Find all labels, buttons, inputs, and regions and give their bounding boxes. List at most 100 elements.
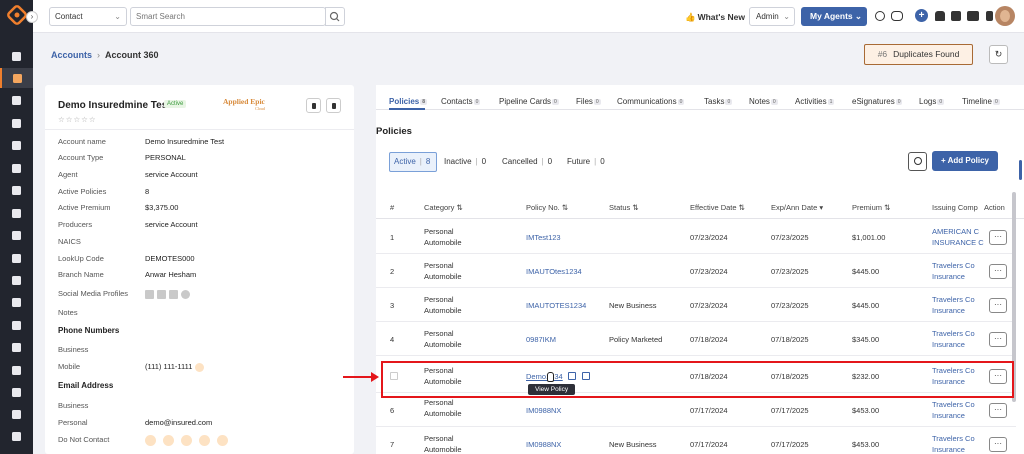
refresh-page-button[interactable]: ↻	[989, 45, 1008, 64]
my-agents-button[interactable]: My Agents ⌄	[801, 7, 867, 26]
tab-activities[interactable]: Activities 1	[795, 97, 835, 106]
col-issuing-company[interactable]: Issuing Comp	[932, 203, 978, 212]
grid-icon[interactable]	[967, 11, 979, 21]
row-action-button[interactable]: ···	[989, 230, 1007, 245]
row-action-button[interactable]: ···	[989, 403, 1007, 418]
facebook-icon[interactable]	[157, 289, 166, 299]
sidebar-item-list-icon[interactable]	[0, 135, 33, 155]
search-button[interactable]	[325, 7, 345, 26]
sidebar-item-reports-icon[interactable]	[0, 225, 33, 245]
rating-stars[interactable]: ☆☆☆☆☆	[58, 115, 97, 124]
col-status[interactable]: Status ⇅	[609, 203, 639, 212]
role-select[interactable]: Admin ⌄	[749, 7, 795, 26]
policy-number-link[interactable]: IMAUTOtes1234	[526, 267, 582, 276]
tab-communications[interactable]: Communications 0	[617, 97, 685, 106]
sidebar-item-megaphone-icon[interactable]	[0, 203, 33, 223]
row-issuing-company[interactable]: Travelers Co Insurance	[932, 294, 975, 316]
filter-active[interactable]: Active | 8	[389, 152, 437, 172]
call-block-icon[interactable]	[181, 435, 192, 446]
col-premium[interactable]: Premium ⇅	[852, 203, 890, 212]
policy-number-link[interactable]: IM0988NX	[526, 406, 561, 415]
policy-number-link[interactable]: IMTest123	[526, 233, 561, 242]
add-policy-button[interactable]: + Add Policy	[932, 151, 998, 171]
edit-account-button[interactable]	[306, 98, 321, 113]
tab-contacts[interactable]: Contacts 0	[441, 97, 481, 106]
col-exp-date[interactable]: Exp/Ann Date ▾	[771, 203, 823, 212]
tab-esignatures[interactable]: eSignatures 0	[852, 97, 903, 106]
tab-files[interactable]: Files 0	[576, 97, 601, 106]
message-icon[interactable]	[194, 362, 204, 372]
tab-notes[interactable]: Notes 0	[749, 97, 778, 106]
row-issuing-company[interactable]: Travelers Co Insurance	[932, 399, 975, 421]
document-icon[interactable]	[986, 11, 993, 21]
sidebar-item-accounts-icon[interactable]	[0, 68, 33, 88]
tab-logs[interactable]: Logs 0	[919, 97, 945, 106]
col-effective-date[interactable]: Effective Date ⇅	[690, 203, 745, 212]
table-row[interactable]: 1 Personal Automobile IMTest123 07/23/202…	[376, 220, 1016, 254]
twitter-icon[interactable]	[169, 289, 178, 299]
sidebar-item-calendar2-icon[interactable]	[0, 337, 33, 357]
col-category[interactable]: Category ⇅	[424, 203, 463, 212]
add-icon[interactable]: +	[915, 9, 928, 22]
row-issuing-company[interactable]: Travelers Co Insurance	[932, 260, 975, 282]
sidebar-item-calendar-icon[interactable]	[0, 180, 33, 200]
policy-number-link[interactable]: IM0988NX	[526, 440, 561, 449]
search-type-select[interactable]: Contact ⌄	[49, 7, 127, 26]
sms-block-icon[interactable]	[163, 435, 174, 446]
row-issuing-company[interactable]: Travelers Co Insurance	[932, 328, 975, 350]
sidebar-item-google-icon[interactable]	[0, 292, 33, 312]
sidebar-item-analytics-icon[interactable]	[0, 248, 33, 268]
applied-epic-logo: Applied Epic Cloud	[223, 97, 265, 111]
sidebar-item-settings-icon[interactable]	[0, 404, 33, 424]
email-block-icon[interactable]	[145, 435, 156, 446]
tab-timeline[interactable]: Timeline 0	[962, 97, 1000, 106]
sidebar-item-documents-icon[interactable]	[0, 90, 33, 110]
table-row[interactable]: 4 Personal Automobile 0987IKM Policy Mark…	[376, 322, 1016, 356]
row-issuing-company[interactable]: Travelers Co Insurance	[932, 433, 975, 454]
sidebar-item-handshake-icon[interactable]	[0, 360, 33, 380]
chip-icon[interactable]	[951, 11, 961, 21]
col-policy-no[interactable]: Policy No. ⇅	[526, 203, 568, 212]
row-premium: $445.00	[852, 301, 880, 310]
bell-icon[interactable]	[935, 11, 945, 21]
row-action-button[interactable]: ···	[989, 264, 1007, 279]
policy-search-button[interactable]	[908, 152, 927, 171]
table-row[interactable]: 7 Personal Automobile IM0988NX New Busine…	[376, 427, 1016, 454]
page-scroll-indicator[interactable]	[1019, 160, 1022, 180]
row-action-button[interactable]: ···	[989, 298, 1007, 313]
row-action-button[interactable]: ···	[989, 437, 1007, 452]
sidebar-collapse-chevron-icon[interactable]: ›	[26, 11, 38, 23]
linkedin-icon[interactable]	[145, 289, 154, 299]
row-issuing-company[interactable]: AMERICAN C INSURANCE C	[932, 226, 984, 248]
filter-cancelled[interactable]: Cancelled | 0	[502, 157, 552, 166]
sidebar-item-dollar-icon[interactable]	[0, 382, 33, 402]
mail-block-icon[interactable]	[217, 435, 228, 446]
tab-pipeline-cards[interactable]: Pipeline Cards 0	[499, 97, 559, 106]
table-row[interactable]: 2 Personal Automobile IMAUTOtes1234 07/23…	[376, 254, 1016, 288]
tab-tasks[interactable]: Tasks 0	[704, 97, 733, 106]
avatar[interactable]	[995, 6, 1015, 26]
cloud-icon[interactable]	[891, 11, 903, 21]
filter-inactive[interactable]: Inactive | 0	[444, 157, 486, 166]
table-row[interactable]: 6 Personal Automobile IM0988NX 07/17/2024…	[376, 393, 1016, 427]
smart-search-input[interactable]	[130, 7, 326, 26]
sidebar-item-dashboard-icon[interactable]	[0, 46, 33, 66]
policy-number-link[interactable]: IMAUTOTES1234	[526, 301, 586, 310]
sidebar-item-folder-icon[interactable]	[0, 270, 33, 290]
duplicates-found-button[interactable]: #6 Duplicates Found	[864, 44, 973, 65]
delete-account-button[interactable]	[326, 98, 341, 113]
sidebar-item-chart-icon[interactable]	[0, 426, 33, 446]
filter-future[interactable]: Future | 0	[567, 157, 605, 166]
voicemail-block-icon[interactable]	[199, 435, 210, 446]
globe-icon[interactable]	[181, 289, 190, 299]
refresh-icon[interactable]	[875, 11, 885, 21]
breadcrumb-accounts[interactable]: Accounts	[51, 50, 92, 60]
whats-new-link[interactable]: 👍 What's New	[685, 12, 745, 23]
table-row[interactable]: 3 Personal Automobile IMAUTOTES1234 New B…	[376, 288, 1016, 322]
row-action-button[interactable]: ···	[989, 332, 1007, 347]
tab-policies[interactable]: Policies 8	[389, 97, 428, 106]
sidebar-item-bank-icon[interactable]	[0, 113, 33, 133]
policy-number-link[interactable]: 0987IKM	[526, 335, 556, 344]
sidebar-item-contacts-icon[interactable]	[0, 158, 33, 178]
sidebar-item-tasks-icon[interactable]	[0, 315, 33, 335]
